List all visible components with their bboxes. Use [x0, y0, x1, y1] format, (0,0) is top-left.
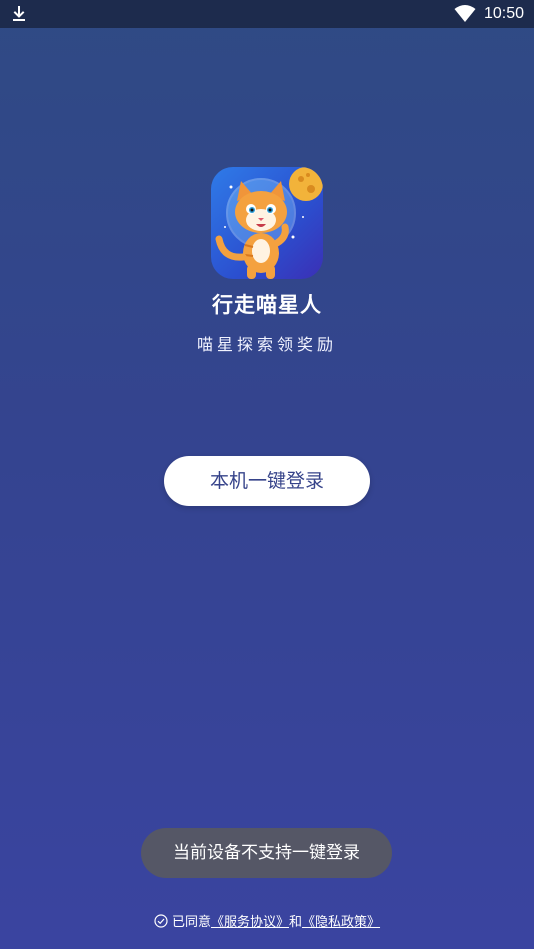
status-bar: 10:50 — [0, 0, 534, 28]
agreement-prefix: 已同意 — [171, 915, 211, 930]
one-click-login-button[interactable]: 本机一键登录 — [164, 456, 370, 506]
status-time: 10:50 — [484, 5, 525, 22]
app-slogan: 喵星探索领奖励 — [196, 335, 337, 354]
download-icon — [13, 6, 25, 21]
agreement-joiner: 和 — [289, 915, 303, 930]
agreement-row: 已同意《服务协议》和《隐私政策》 — [0, 913, 534, 933]
cat-astronaut-app-icon — [211, 167, 323, 279]
app-title: 行走喵星人 — [212, 293, 322, 317]
toast-message: 当前设备不支持一键登录 — [141, 828, 392, 878]
service-agreement-link[interactable]: 《服务协议》 — [211, 915, 289, 930]
privacy-policy-link[interactable]: 《隐私政策》 — [302, 915, 380, 930]
app-logo — [211, 167, 323, 279]
check-circle-icon[interactable] — [154, 914, 168, 928]
wifi-icon — [454, 5, 476, 22]
